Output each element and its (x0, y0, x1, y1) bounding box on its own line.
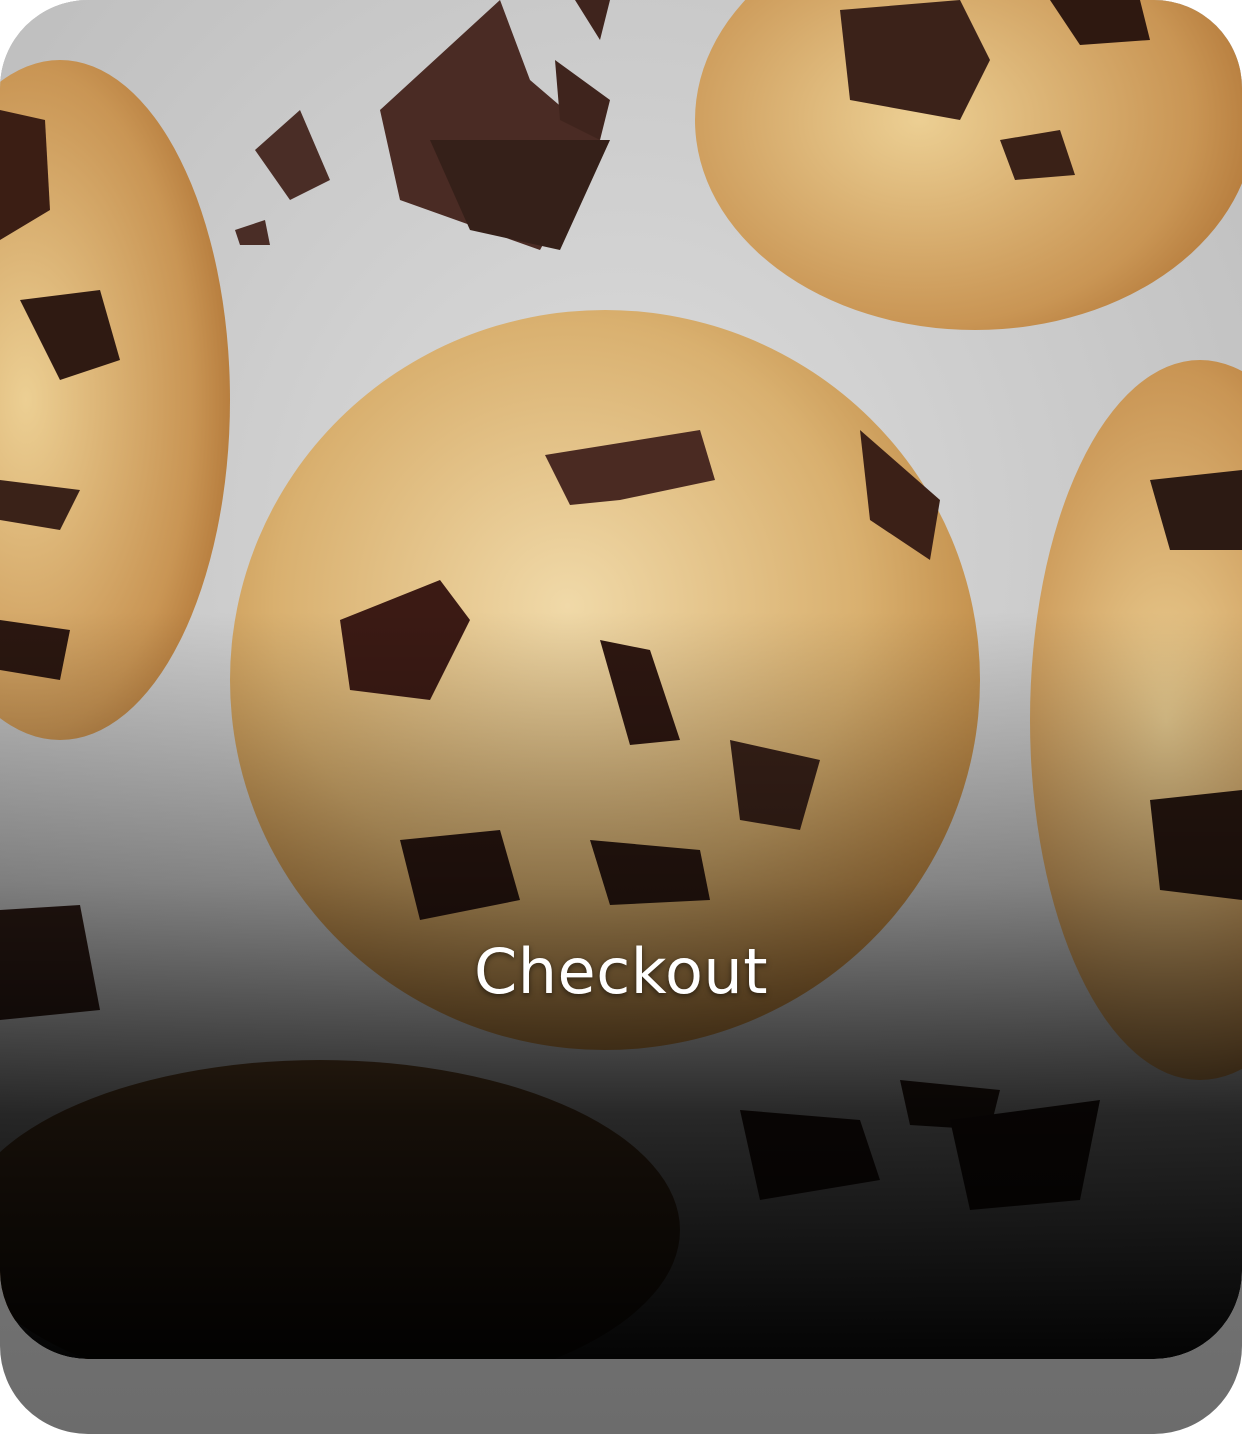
checkout-card[interactable]: Checkout (0, 0, 1242, 1359)
gradient-overlay (0, 0, 1242, 1359)
card-title: Checkout (473, 935, 769, 1008)
